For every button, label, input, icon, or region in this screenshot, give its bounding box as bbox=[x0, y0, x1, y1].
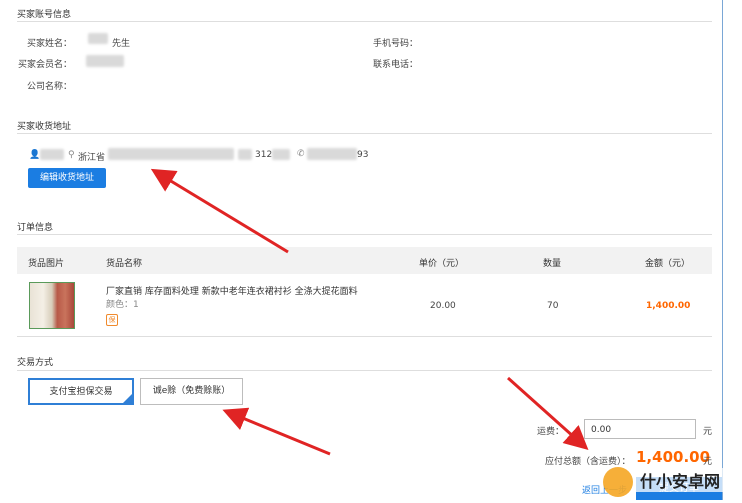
arrow-to-total bbox=[506, 376, 589, 451]
watermark-logo-icon: 什小安卓网 bbox=[600, 460, 740, 503]
arrow-to-payment bbox=[222, 407, 331, 456]
svg-text:什小安卓网: 什小安卓网 bbox=[640, 472, 720, 491]
annotation-arrows bbox=[150, 168, 589, 456]
arrow-to-edit-address bbox=[150, 168, 289, 254]
